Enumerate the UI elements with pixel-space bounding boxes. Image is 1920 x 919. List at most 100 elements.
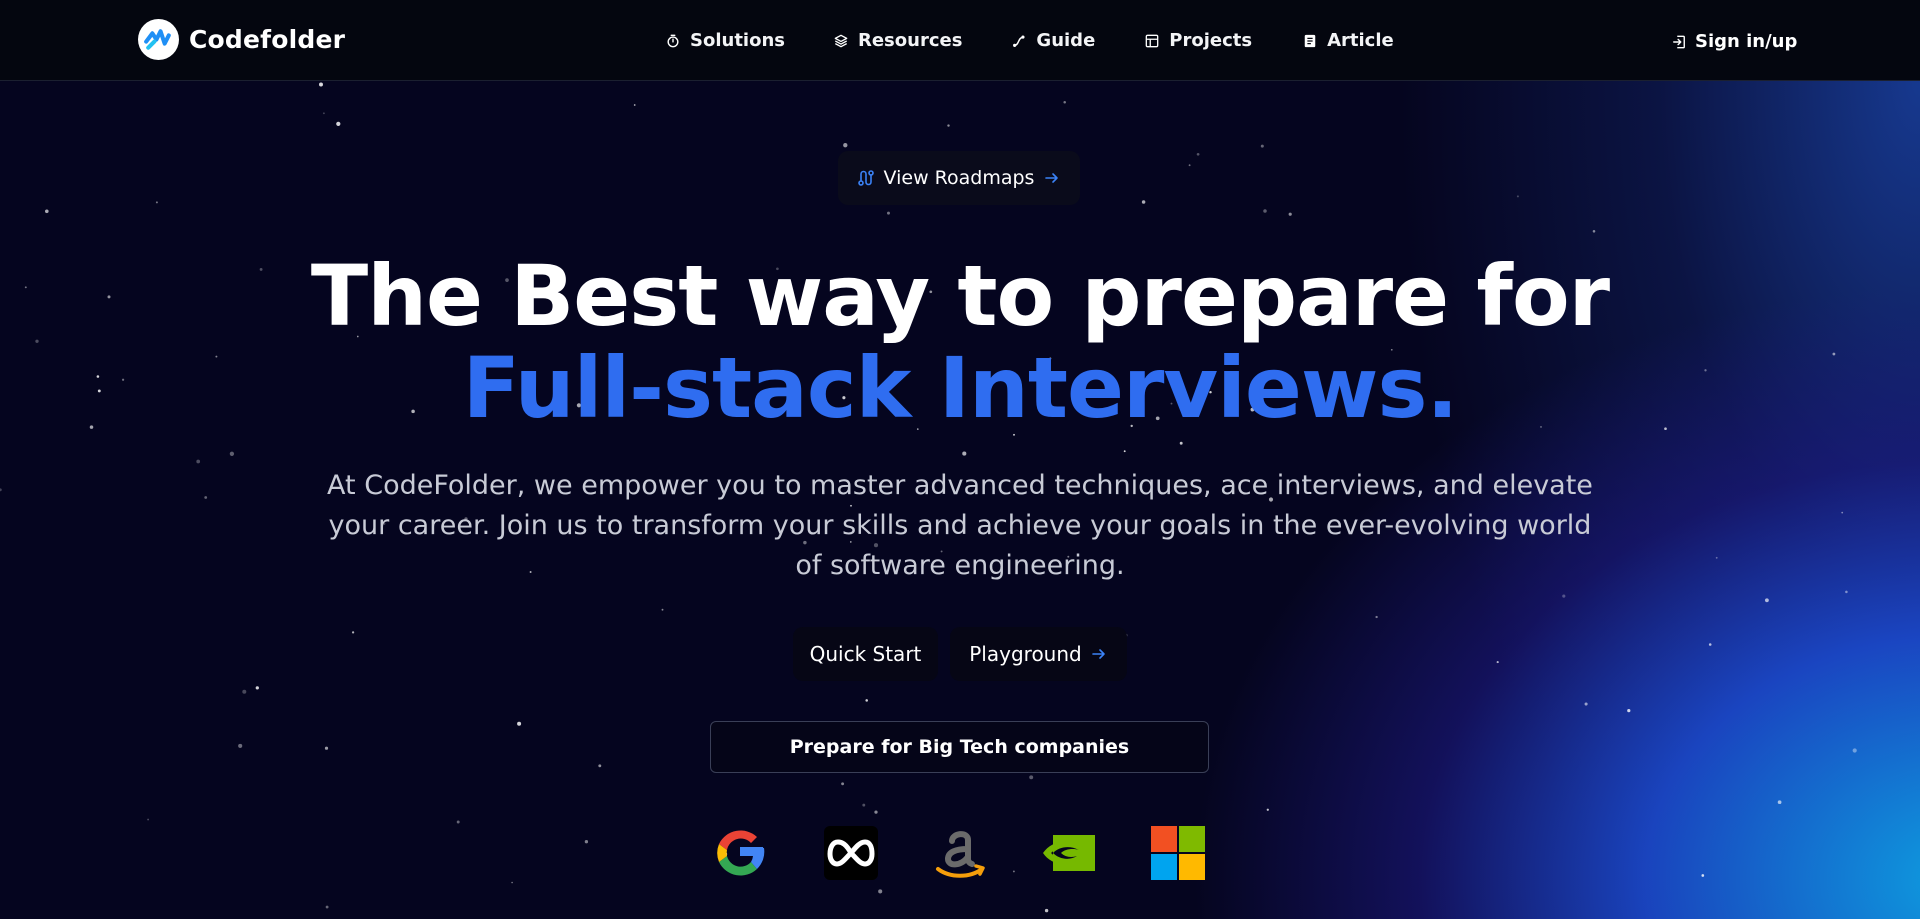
nav-item-label: Guide xyxy=(1036,30,1096,51)
star-dot xyxy=(1708,643,1712,646)
star-dot xyxy=(1375,615,1378,619)
cta-row: Quick Start Playground xyxy=(793,627,1127,681)
star-dot xyxy=(1179,441,1183,445)
star-dot xyxy=(1845,590,1848,594)
arrow-right-icon xyxy=(1091,649,1105,659)
brand-name: Codefolder xyxy=(189,25,346,54)
star-dot xyxy=(204,496,208,499)
brand-home-link[interactable]: Codefolder xyxy=(138,19,345,60)
nav-item-label: Resources xyxy=(857,30,963,51)
star-dot xyxy=(147,818,150,821)
star-dot xyxy=(322,112,325,115)
star-dot xyxy=(874,810,878,814)
star-dot xyxy=(598,764,602,768)
star-dot xyxy=(1141,200,1146,204)
route-icon xyxy=(1013,34,1025,47)
star-dot xyxy=(1260,144,1264,148)
star-dot xyxy=(319,82,323,87)
headline-line-1: The Best way to prepare for xyxy=(310,247,1610,345)
prepare-big-tech-button[interactable]: Prepare for Big Tech companies xyxy=(710,721,1209,773)
star-dot xyxy=(1592,230,1596,233)
star-dot xyxy=(1715,556,1718,559)
signin-link[interactable]: Sign in/up xyxy=(1672,31,1797,52)
top-navbar: Codefolder Solutions Resources Guide Pro… xyxy=(0,0,1920,81)
star-dot xyxy=(962,451,967,456)
star-dot xyxy=(1777,800,1782,805)
arrow-right-icon xyxy=(1045,173,1059,183)
quick-start-label: Quick Start xyxy=(809,642,922,666)
roadmap-icon xyxy=(857,170,874,186)
star-dot xyxy=(1562,594,1566,598)
codefolder-logo-icon xyxy=(138,19,179,60)
star-dot xyxy=(1288,212,1292,216)
view-roadmaps-label: View Roadmaps xyxy=(883,167,1035,189)
star-dot xyxy=(887,211,890,215)
star-dot xyxy=(661,608,664,611)
star-dot xyxy=(947,124,950,127)
star-dot xyxy=(1263,209,1267,213)
hero-headline: The Best way to prepare for Full-stack I… xyxy=(0,250,1920,434)
nav-item-label: Solutions xyxy=(690,30,785,51)
document-icon xyxy=(1304,34,1316,47)
nav-item-resources[interactable]: Resources xyxy=(834,30,962,51)
view-roadmaps-button[interactable]: View Roadmaps xyxy=(838,151,1080,205)
star-dot xyxy=(862,803,866,807)
star-dot xyxy=(633,104,636,106)
nav-item-guide[interactable]: Guide xyxy=(1012,30,1095,51)
star-dot xyxy=(1584,702,1588,706)
star-dot xyxy=(196,459,201,464)
nav-item-solutions[interactable]: Solutions xyxy=(666,30,785,51)
star-dot xyxy=(1196,152,1200,156)
signin-label: Sign in/up xyxy=(1695,31,1798,52)
meta-logo-icon[interactable] xyxy=(821,823,881,883)
star-dot xyxy=(255,686,259,690)
star-dot xyxy=(155,201,158,204)
headline-line-2: Full-stack Interviews. xyxy=(462,339,1459,437)
star-dot xyxy=(1627,709,1631,713)
star-dot xyxy=(1496,661,1499,664)
nav-item-article[interactable]: Article xyxy=(1303,30,1394,51)
microsoft-logo-icon[interactable] xyxy=(1148,823,1208,883)
nav-item-label: Projects xyxy=(1169,30,1253,51)
star-dot xyxy=(242,689,247,694)
star-dot xyxy=(1188,164,1191,167)
star-dot xyxy=(843,143,848,148)
star-dot xyxy=(351,631,355,634)
nav-item-label: Article xyxy=(1327,30,1394,51)
star-dot xyxy=(229,451,235,456)
quick-start-button[interactable]: Quick Start xyxy=(793,627,938,681)
star-dot xyxy=(45,209,49,214)
main-menu: Solutions Resources Guide Projects Artic… xyxy=(666,30,1394,51)
star-dot xyxy=(1044,908,1049,913)
playground-label: Playground xyxy=(969,642,1082,666)
star-dot xyxy=(584,840,589,844)
star-dot xyxy=(1841,511,1844,514)
amazon-logo-icon[interactable] xyxy=(930,823,990,883)
table-icon xyxy=(1145,34,1159,47)
star-dot xyxy=(1764,598,1769,603)
star-dot xyxy=(1852,748,1857,753)
hero-subtitle: At CodeFolder, we empower you to master … xyxy=(327,470,1593,581)
star-dot xyxy=(878,889,883,894)
star-dot xyxy=(324,746,329,750)
login-icon xyxy=(1673,35,1685,48)
star-dot xyxy=(1123,450,1126,453)
star-dot xyxy=(0,488,2,492)
star-dot xyxy=(325,905,329,909)
star-dot xyxy=(511,881,513,884)
star-dot xyxy=(238,743,243,748)
playground-button[interactable]: Playground xyxy=(950,627,1127,681)
star-dot xyxy=(456,820,460,824)
google-logo-icon[interactable] xyxy=(710,823,770,883)
star-dot xyxy=(336,121,341,127)
star-dot xyxy=(865,699,868,702)
layers-icon xyxy=(834,34,848,47)
star-dot xyxy=(1063,100,1066,104)
star-dot xyxy=(1266,808,1269,811)
company-logos xyxy=(710,823,1210,883)
nvidia-logo-icon[interactable] xyxy=(1039,823,1099,883)
prepare-big-tech-label: Prepare for Big Tech companies xyxy=(789,736,1130,758)
star-dot xyxy=(1516,195,1519,198)
star-dot xyxy=(517,721,522,726)
nav-item-projects[interactable]: Projects xyxy=(1145,30,1252,51)
